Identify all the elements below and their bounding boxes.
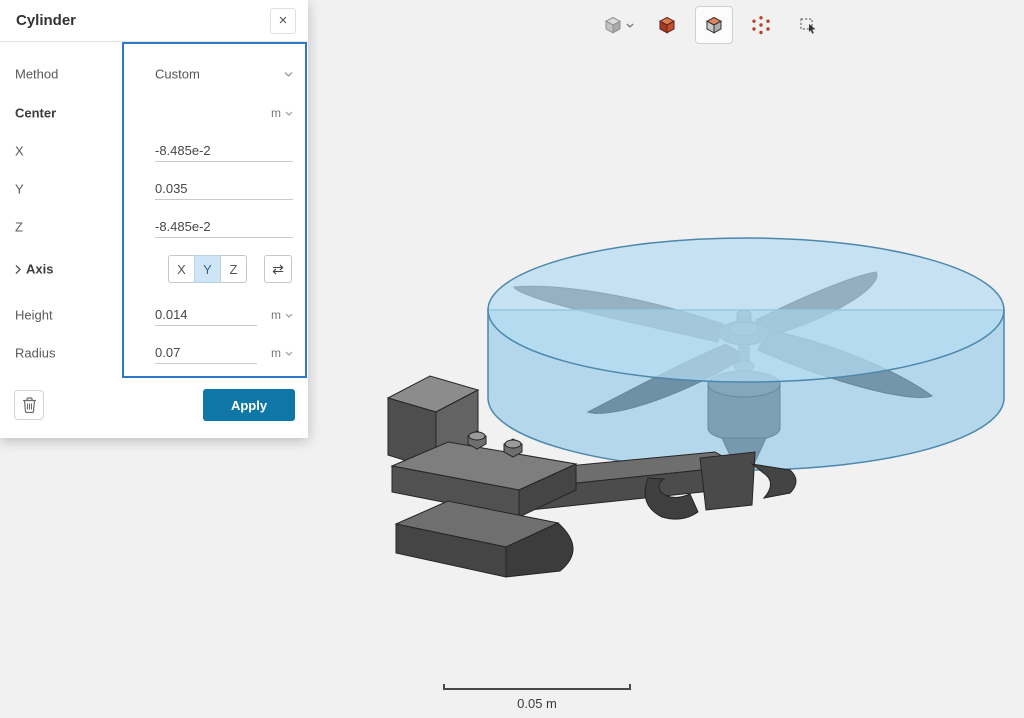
height-row: Height m xyxy=(0,298,308,332)
y-row: Y xyxy=(0,172,308,206)
scale-bar xyxy=(443,684,631,690)
axis-label: Axis xyxy=(26,262,53,277)
method-value: Custom xyxy=(155,67,200,82)
height-unit-value: m xyxy=(271,308,281,322)
height-unit-select[interactable]: m xyxy=(271,308,293,322)
viewport-toolbar xyxy=(598,6,827,44)
axis-x-button[interactable]: X xyxy=(168,255,195,283)
method-select[interactable]: Custom xyxy=(155,67,293,82)
y-input[interactable] xyxy=(155,178,293,200)
height-input[interactable] xyxy=(155,304,257,326)
center-unit-select[interactable]: m xyxy=(271,106,293,120)
panel-header: Cylinder × xyxy=(0,0,308,42)
z-row: Z xyxy=(0,210,308,244)
solid-cube-icon xyxy=(657,15,677,35)
z-input[interactable] xyxy=(155,216,293,238)
z-label: Z xyxy=(15,220,23,235)
apply-button[interactable]: Apply xyxy=(203,389,295,421)
center-label: Center xyxy=(15,106,56,121)
method-label: Method xyxy=(15,67,58,82)
scale-bar-label: 0.05 m xyxy=(443,696,631,711)
flip-axis-button[interactable]: ⇄ xyxy=(264,255,292,283)
height-label: Height xyxy=(15,308,53,323)
delete-button[interactable] xyxy=(14,390,44,420)
cylinder-panel: Cylinder × Method Custom Center m xyxy=(0,0,308,438)
x-row: X xyxy=(0,134,308,168)
view-cube-icon xyxy=(603,15,623,35)
cylinder-primitive[interactable] xyxy=(488,238,1004,470)
x-label: X xyxy=(15,144,24,159)
chevron-down-icon xyxy=(285,351,293,356)
chevron-down-icon xyxy=(284,71,293,77)
surface-cube-icon xyxy=(704,15,724,35)
box-select-icon xyxy=(798,15,818,35)
x-input[interactable] xyxy=(155,140,293,162)
radius-row: Radius m xyxy=(0,336,308,370)
axis-expander[interactable]: Axis xyxy=(15,262,53,277)
radius-input[interactable] xyxy=(155,342,257,364)
view-orientation-button[interactable] xyxy=(598,6,639,44)
y-label: Y xyxy=(15,182,24,197)
close-button[interactable]: × xyxy=(270,8,296,34)
chevron-down-icon xyxy=(285,111,293,116)
box-select-button[interactable] xyxy=(789,6,827,44)
method-row: Method Custom xyxy=(0,57,308,91)
axis-button-group: X Y Z xyxy=(168,255,247,283)
render-surfaces-button[interactable] xyxy=(695,6,733,44)
axis-row: Axis X Y Z ⇄ xyxy=(0,250,308,288)
center-row: Center m xyxy=(0,96,308,130)
render-solid-button[interactable] xyxy=(648,6,686,44)
swap-icon: ⇄ xyxy=(272,261,284,277)
radius-unit-select[interactable]: m xyxy=(271,346,293,360)
axis-z-button[interactable]: Z xyxy=(220,255,247,283)
trash-icon xyxy=(22,397,37,413)
chevron-down-icon xyxy=(285,313,293,318)
render-vertices-button[interactable] xyxy=(742,6,780,44)
radius-unit-value: m xyxy=(271,346,281,360)
vertices-cube-icon xyxy=(751,15,771,35)
panel-title: Cylinder xyxy=(16,12,270,29)
radius-label: Radius xyxy=(15,346,55,361)
axis-y-button[interactable]: Y xyxy=(194,255,221,283)
center-unit-value: m xyxy=(271,106,281,120)
chevron-right-icon xyxy=(15,264,21,274)
chevron-down-icon xyxy=(626,23,634,28)
